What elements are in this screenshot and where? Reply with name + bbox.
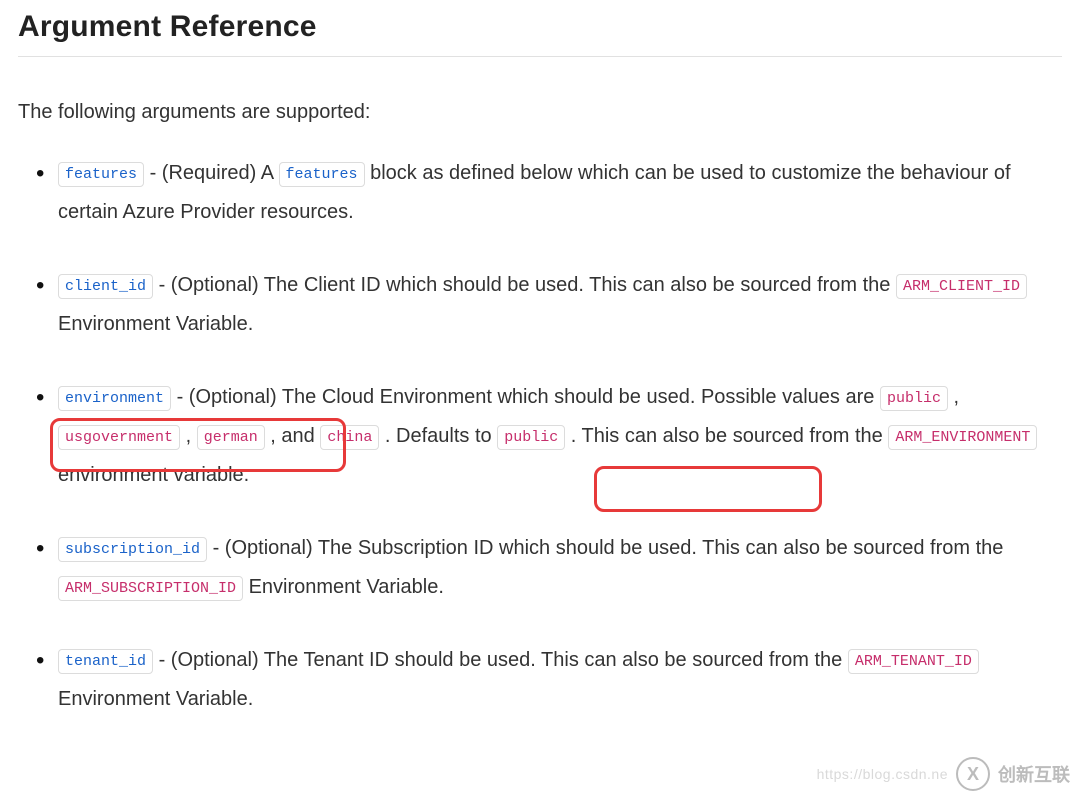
watermark-logo-icon: X <box>956 757 990 791</box>
inline-code: china <box>320 425 379 450</box>
section-divider <box>18 56 1062 57</box>
argument-name-code: features <box>58 162 144 187</box>
argument-text: Environment Variable. <box>243 576 444 598</box>
argument-text: , and <box>265 425 321 447</box>
argument-text: . Defaults to <box>379 425 497 447</box>
inline-code: public <box>880 386 948 411</box>
argument-name-code: environment <box>58 386 171 411</box>
inline-code: ARM_CLIENT_ID <box>896 274 1027 299</box>
watermark: https://blog.csdn.ne X 创新互联 <box>817 757 1070 791</box>
argument-text: - (Optional) The Client ID which should … <box>153 274 896 296</box>
argument-name-code: subscription_id <box>58 537 207 562</box>
argument-text: , <box>948 386 959 408</box>
argument-text: - (Optional) The Subscription ID which s… <box>207 537 1003 559</box>
argument-text: - (Optional) The Tenant ID should be use… <box>153 649 848 671</box>
intro-text: The following arguments are supported: <box>18 101 1062 124</box>
argument-text: , <box>180 425 197 447</box>
argument-name-code: tenant_id <box>58 649 153 674</box>
section-heading: Argument Reference <box>18 10 1062 44</box>
argument-text: . This can also be sourced from the <box>565 425 888 447</box>
inline-code: ARM_SUBSCRIPTION_ID <box>58 576 243 601</box>
argument-item: features - (Required) A features block a… <box>58 154 1062 232</box>
inline-code: usgovernment <box>58 425 180 450</box>
inline-code: ARM_TENANT_ID <box>848 649 979 674</box>
argument-name-code: client_id <box>58 274 153 299</box>
watermark-brand: 创新互联 <box>998 761 1070 787</box>
argument-item: tenant_id - (Optional) The Tenant ID sho… <box>58 641 1062 719</box>
inline-code: features <box>279 162 365 187</box>
argument-text: - (Required) A <box>144 162 279 184</box>
argument-text: environment variable. <box>58 464 249 486</box>
inline-code: german <box>197 425 265 450</box>
inline-code: ARM_ENVIRONMENT <box>888 425 1037 450</box>
argument-item: client_id - (Optional) The Client ID whi… <box>58 266 1062 344</box>
argument-text: - (Optional) The Cloud Environment which… <box>171 386 880 408</box>
watermark-url: https://blog.csdn.ne <box>817 766 948 782</box>
argument-list: features - (Required) A features block a… <box>18 154 1062 719</box>
argument-text: Environment Variable. <box>58 313 253 335</box>
argument-item: subscription_id - (Optional) The Subscri… <box>58 529 1062 607</box>
inline-code: public <box>497 425 565 450</box>
argument-text: Environment Variable. <box>58 688 253 710</box>
argument-item: environment - (Optional) The Cloud Envir… <box>58 378 1062 495</box>
